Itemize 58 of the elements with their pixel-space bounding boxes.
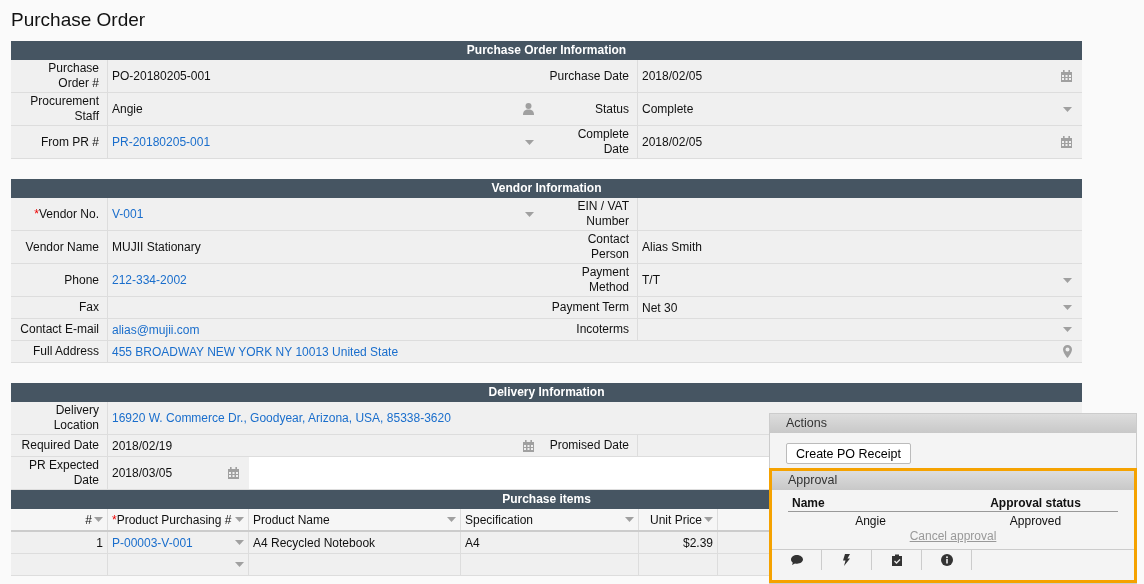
field-label: Payment Method xyxy=(581,265,629,295)
column-header: Approval status xyxy=(989,495,1082,510)
field-label: EIN / VAT Number xyxy=(577,199,629,229)
table-cell-text: Angie xyxy=(854,513,887,528)
field-label: Payment Term xyxy=(551,300,629,315)
section-header: Delivery Information xyxy=(11,383,1082,402)
dropdown-field[interactable]: V-001 xyxy=(108,198,544,230)
table-cell: A4 Recycled Notebook xyxy=(249,532,461,553)
field-label: Status xyxy=(594,101,629,117)
input-field[interactable]: MUJII Stationary xyxy=(108,231,544,263)
input-field[interactable]: Alias Smith xyxy=(638,231,1082,263)
field-label: Fax xyxy=(79,300,99,315)
dropdown-field[interactable]: Complete xyxy=(638,93,1082,125)
table-cell-text: Approved xyxy=(1008,513,1063,528)
field-label: Required Date xyxy=(21,438,99,453)
field-label: Full Address xyxy=(32,344,99,359)
input-field[interactable]: 455 BROADWAY NEW YORK NY 10013 United State xyxy=(108,341,1082,362)
input-field[interactable]: 2018/02/05 xyxy=(638,60,1082,92)
field-label: Purchase Date xyxy=(549,68,629,84)
column-header[interactable]: Product Name xyxy=(249,509,461,530)
panel-header: Actions xyxy=(770,414,1136,433)
field-label: Incoterms xyxy=(576,322,629,337)
field-label: Delivery Location xyxy=(53,403,99,433)
input-field[interactable]: PO-20180205-001 xyxy=(108,60,544,92)
column-header: Name xyxy=(791,495,826,510)
column-header[interactable]: # xyxy=(11,509,108,530)
field-label: Promised Date xyxy=(549,438,629,453)
dropdown-field[interactable]: PR-20180205-001 xyxy=(108,126,544,158)
create-receipt-button[interactable]: Create PO Receipt xyxy=(786,443,911,464)
column-header[interactable]: Unit Price xyxy=(639,509,718,530)
field-label: Complete Date xyxy=(577,127,629,157)
input-field[interactable]: 2018/03/05 xyxy=(108,457,249,489)
field-label: From PR # xyxy=(41,134,99,150)
field-label: Vendor Name xyxy=(25,239,99,255)
column-header[interactable]: *Product Purchasing # xyxy=(108,509,249,530)
field-label: PR Expected Date xyxy=(28,458,99,488)
input-field[interactable]: Angie xyxy=(108,93,544,125)
input-field[interactable]: 2018/02/05 xyxy=(638,126,1082,158)
dropdown-field[interactable]: P-00003-V-001 xyxy=(108,532,249,553)
input-field[interactable]: 2018/02/19 xyxy=(108,435,544,456)
table-cell: $2.39 xyxy=(639,532,718,553)
dropdown-field[interactable]: Net 30 xyxy=(638,297,1082,318)
dropdown-field[interactable]: T/T xyxy=(638,264,1082,296)
field-label: Procurement Staff xyxy=(30,94,99,124)
field-label: *Vendor No. xyxy=(34,206,99,222)
panel-header: Approval xyxy=(772,471,1134,490)
field-label: Contact E-mail xyxy=(20,322,99,337)
column-header[interactable]: Specification xyxy=(461,509,639,530)
table-cell: A4 xyxy=(461,532,639,553)
input-field[interactable]: 212-334-2002 xyxy=(108,264,544,296)
page-title: Purchase Order xyxy=(10,8,147,32)
section-header: Vendor Information xyxy=(11,179,1082,198)
table-cell: 1 xyxy=(11,532,108,553)
field-label: Purchase Order # xyxy=(48,61,99,91)
input-field[interactable]: alias@mujii.com xyxy=(108,319,544,340)
section-header: Purchase Order Information xyxy=(11,41,1082,60)
field-label: Phone xyxy=(64,272,99,288)
field-label: Contact Person xyxy=(587,232,629,262)
